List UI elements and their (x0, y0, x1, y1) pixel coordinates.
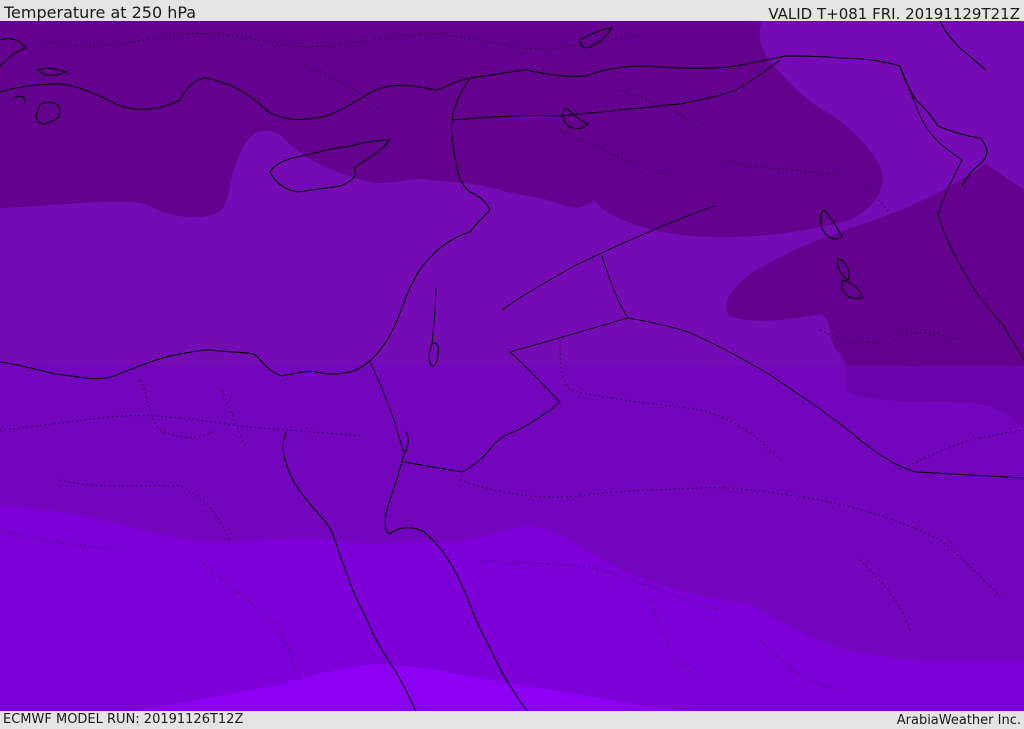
model-run-label: ECMWF MODEL RUN: 20191126T12Z (3, 712, 244, 727)
header-bar: Temperature at 250 hPa VALID T+081 FRI. … (0, 0, 1024, 23)
brand-label: ArabiaWeather Inc. (896, 713, 1021, 728)
map-canvas (0, 21, 1024, 711)
footer-bar: ECMWF MODEL RUN: 20191126T12Z ArabiaWeat… (0, 711, 1024, 729)
weather-map[interactable] (0, 21, 1024, 711)
map-title: Temperature at 250 hPa (4, 3, 197, 22)
